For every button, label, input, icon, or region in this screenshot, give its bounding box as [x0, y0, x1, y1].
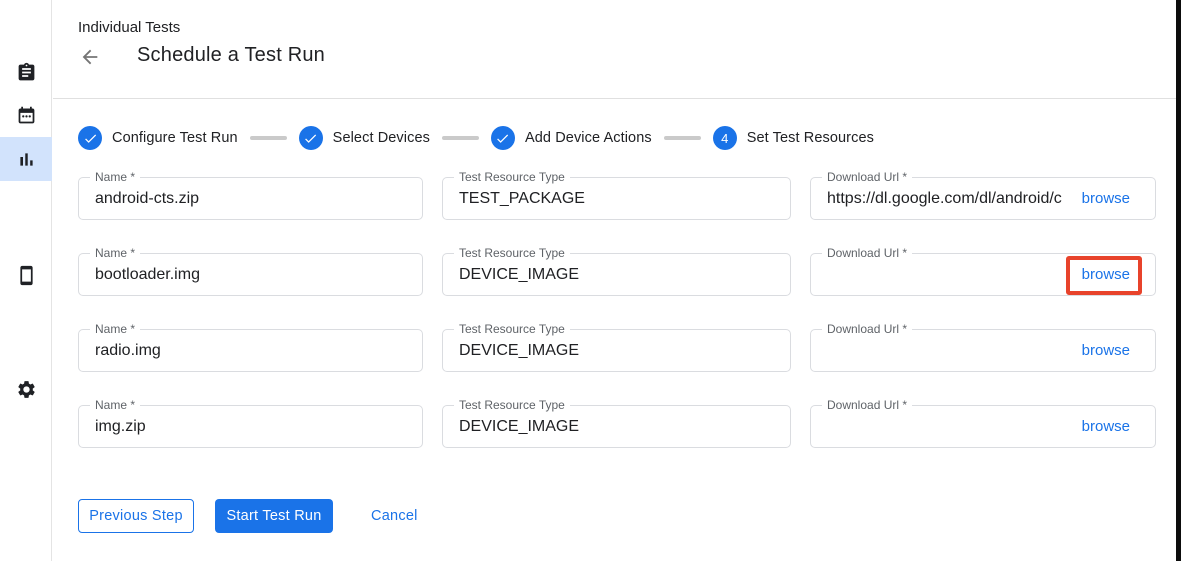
- step-complete-badge: [78, 126, 102, 150]
- download-url-field-label: Download Url *: [822, 247, 912, 260]
- header-divider: [53, 98, 1176, 99]
- browse-button[interactable]: browse: [1082, 342, 1155, 359]
- step-complete-badge: [491, 126, 515, 150]
- step-complete-badge: [299, 126, 323, 150]
- arrow-back-icon: [79, 46, 101, 68]
- check-icon: [303, 131, 318, 146]
- download-url-field[interactable]: Download Url * browse: [810, 405, 1156, 448]
- resource-type-field-value: DEVICE_IMAGE: [443, 418, 790, 436]
- sidebar-item-test-plans[interactable]: [0, 93, 52, 137]
- page-title: Schedule a Test Run: [137, 44, 325, 67]
- resource-type-field-label: Test Resource Type: [454, 171, 570, 184]
- app-window: Individual Tests Schedule a Test Run Con…: [0, 0, 1181, 561]
- name-field-value: bootloader.img: [79, 266, 422, 284]
- resource-type-field[interactable]: Test Resource Type DEVICE_IMAGE: [442, 329, 791, 372]
- step-connector: [664, 136, 701, 140]
- sidebar-item-devices[interactable]: [0, 253, 52, 297]
- breadcrumb: Individual Tests: [78, 19, 180, 36]
- resource-type-field[interactable]: Test Resource Type DEVICE_IMAGE: [442, 253, 791, 296]
- name-field[interactable]: Name * img.zip: [78, 405, 423, 448]
- calendar-icon: [16, 105, 37, 126]
- action-bar: Previous Step Start Test Run Cancel: [78, 499, 418, 533]
- download-url-field-label: Download Url *: [822, 171, 912, 184]
- browse-button[interactable]: browse: [1082, 266, 1155, 283]
- name-field-label: Name *: [90, 399, 140, 412]
- check-icon: [495, 131, 510, 146]
- sidebar-item-test-runs[interactable]: [0, 137, 52, 181]
- resource-type-field-value: DEVICE_IMAGE: [443, 342, 790, 360]
- resource-type-field-label: Test Resource Type: [454, 399, 570, 412]
- resource-type-field-label: Test Resource Type: [454, 323, 570, 336]
- step-number: 4: [721, 131, 728, 146]
- step-select-devices[interactable]: Select Devices: [299, 126, 430, 150]
- browse-button[interactable]: browse: [1082, 190, 1155, 207]
- name-field[interactable]: Name * radio.img: [78, 329, 423, 372]
- download-url-field-label: Download Url *: [822, 399, 912, 412]
- name-field-value: img.zip: [79, 418, 422, 436]
- name-field-label: Name *: [90, 171, 140, 184]
- bar-chart-icon: [16, 149, 37, 170]
- download-url-field-value: https://dl.google.com/dl/android/c: [811, 190, 1074, 208]
- sidebar-item-settings[interactable]: [0, 367, 52, 411]
- step-label: Configure Test Run: [112, 130, 238, 146]
- name-field-label: Name *: [90, 247, 140, 260]
- browse-button[interactable]: browse: [1082, 418, 1155, 435]
- resource-type-field[interactable]: Test Resource Type TEST_PACKAGE: [442, 177, 791, 220]
- step-configure-test-run[interactable]: Configure Test Run: [78, 126, 238, 150]
- step-label: Add Device Actions: [525, 130, 652, 146]
- download-url-field[interactable]: Download Url * browse: [810, 253, 1156, 296]
- smartphone-icon: [16, 265, 37, 286]
- sidebar: [0, 0, 52, 561]
- download-url-field[interactable]: Download Url * https://dl.google.com/dl/…: [810, 177, 1156, 220]
- cancel-button[interactable]: Cancel: [371, 499, 418, 533]
- stepper: Configure Test Run Select Devices Add De…: [78, 126, 874, 150]
- window-edge: [1176, 0, 1181, 561]
- resource-type-field-value: DEVICE_IMAGE: [443, 266, 790, 284]
- step-label: Set Test Resources: [747, 130, 874, 146]
- test-resources-form: Name * android-cts.zip Test Resource Typ…: [78, 177, 1156, 448]
- name-field[interactable]: Name * android-cts.zip: [78, 177, 423, 220]
- resource-type-field-label: Test Resource Type: [454, 247, 570, 260]
- name-field[interactable]: Name * bootloader.img: [78, 253, 423, 296]
- step-number-badge: 4: [713, 126, 737, 150]
- step-label: Select Devices: [333, 130, 430, 146]
- name-field-value: android-cts.zip: [79, 190, 422, 208]
- clipboard-icon: [16, 62, 37, 83]
- previous-step-button[interactable]: Previous Step: [78, 499, 194, 533]
- step-connector: [250, 136, 287, 140]
- step-set-test-resources[interactable]: 4 Set Test Resources: [713, 126, 874, 150]
- download-url-field-label: Download Url *: [822, 323, 912, 336]
- resource-type-field[interactable]: Test Resource Type DEVICE_IMAGE: [442, 405, 791, 448]
- resource-type-field-value: TEST_PACKAGE: [443, 190, 790, 208]
- step-add-device-actions[interactable]: Add Device Actions: [491, 126, 652, 150]
- name-field-value: radio.img: [79, 342, 422, 360]
- download-url-field[interactable]: Download Url * browse: [810, 329, 1156, 372]
- back-button[interactable]: [78, 45, 102, 69]
- sidebar-item-tests[interactable]: [0, 50, 52, 94]
- step-connector: [442, 136, 479, 140]
- check-icon: [83, 131, 98, 146]
- name-field-label: Name *: [90, 323, 140, 336]
- start-test-run-button[interactable]: Start Test Run: [215, 499, 333, 533]
- gear-icon: [16, 379, 37, 400]
